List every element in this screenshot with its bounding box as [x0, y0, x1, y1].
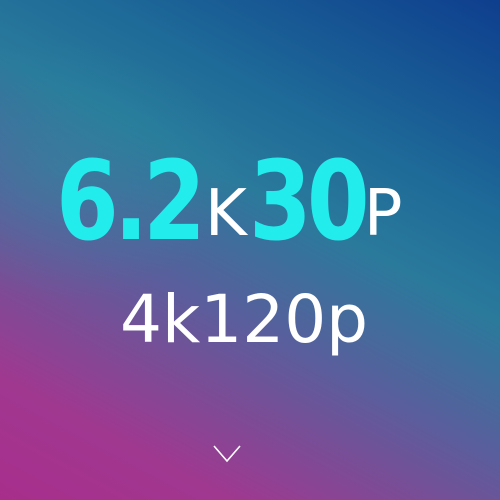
resolution-unit: K — [204, 177, 247, 251]
fps-value: 30 — [248, 137, 370, 265]
mode-display-screen: 6.2 K 30 P 4k120p — [0, 0, 500, 500]
resolution-value: 6.2 — [56, 137, 206, 265]
secondary-mode[interactable]: 4k120p — [120, 280, 368, 360]
primary-mode[interactable]: 6.2 K 30 P — [56, 136, 403, 256]
fps-unit: P — [363, 177, 403, 251]
chevron-down-icon[interactable] — [212, 438, 242, 468]
